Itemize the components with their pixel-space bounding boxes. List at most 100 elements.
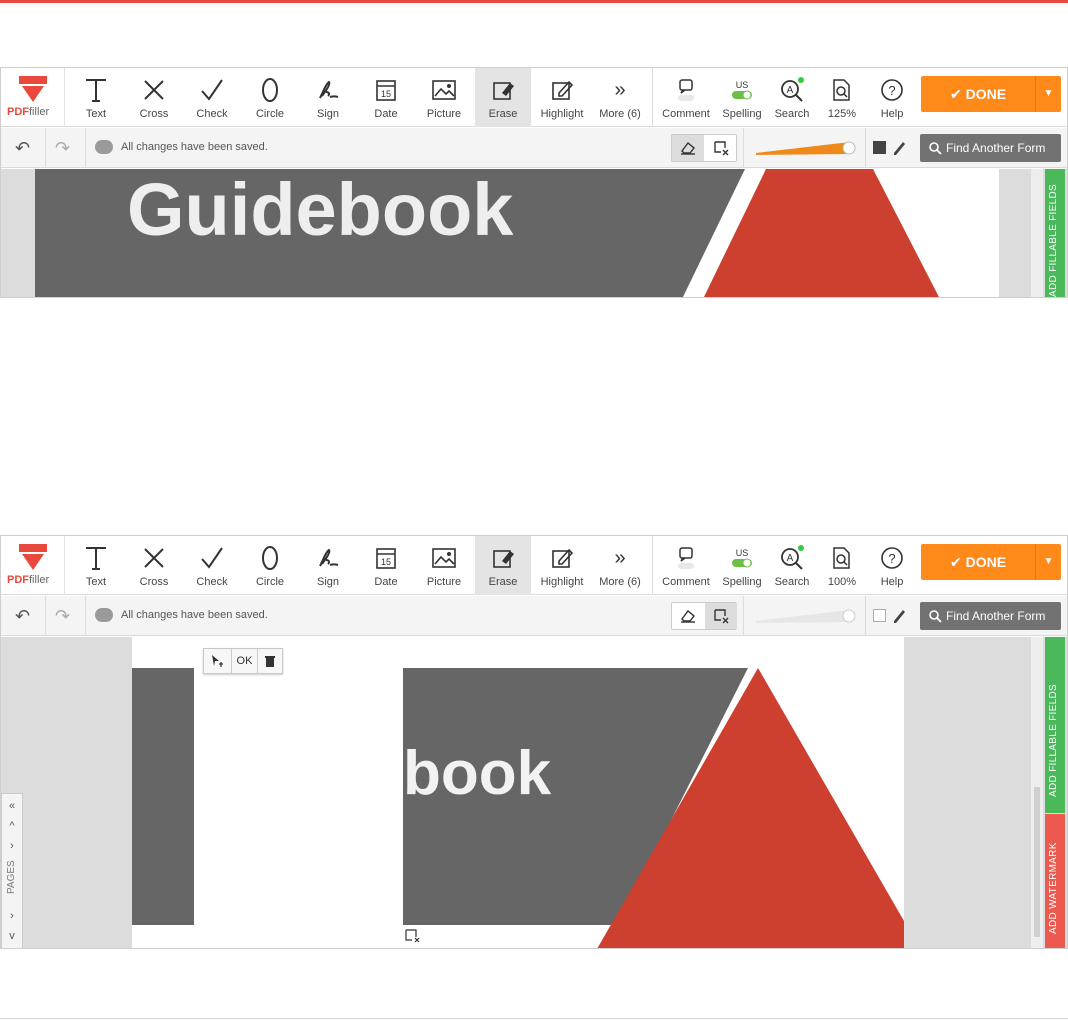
circle-tool[interactable]: Circle [241,68,299,127]
find-another-form-button[interactable]: Find Another Form [920,602,1061,630]
more-icon: » [614,546,626,569]
check-icon: ✔ [949,86,966,102]
area-erase-icon [714,141,729,156]
done-button[interactable]: ✔ DONE ▼ [921,544,1061,580]
document-canvas[interactable]: Guidebook ADD FILLABLE FIELDS [1,169,1067,297]
highlight-tool[interactable]: Highlight [533,68,591,127]
move-icon[interactable] [204,649,232,673]
svg-text:?: ? [888,83,895,98]
help-button[interactable]: ? Help [863,68,921,127]
undo-icon[interactable]: ↶ [15,138,35,158]
logo-text: PDFfiller [7,106,50,118]
eraser-mode-button[interactable] [672,135,704,161]
erase-tool[interactable]: Erase [475,536,531,595]
svg-text:?: ? [888,551,895,566]
eraser-size-slider[interactable] [756,606,856,626]
cross-icon [144,80,164,100]
document-canvas[interactable]: book « ^ › PAGES › v ADD FILLABLE FIELDS… [1,637,1067,948]
svg-text:15: 15 [381,89,391,99]
logo-text: PDFfiller [7,574,50,586]
secondary-toolbar: ↶ ↷ All changes have been saved. Find An… [1,596,1067,636]
circle-icon [262,78,278,102]
sign-tool[interactable]: Sign [299,536,357,595]
document-page: book [132,637,1043,948]
find-another-form-button[interactable]: Find Another Form [920,134,1061,162]
help-icon: ? [881,547,903,569]
pages-panel: « ^ › PAGES › v [1,793,23,948]
next-page-icon[interactable]: v [2,926,22,946]
cross-icon [144,548,164,568]
highlight-icon [552,80,574,100]
add-fillable-fields-tab[interactable]: ADD FILLABLE FIELDS [1045,169,1065,297]
done-dropdown-arrow[interactable]: ▼ [1035,544,1061,580]
color-picker-icon[interactable] [891,606,907,624]
eraser-icon [681,609,695,623]
spelling-switch-icon [732,90,752,100]
check-tool[interactable]: Check [183,68,241,127]
text-tool[interactable]: Text [67,68,125,127]
document-heading: book [403,739,552,808]
comment-tool[interactable]: Comment [657,536,715,595]
done-button[interactable]: ✔ DONE ▼ [921,76,1061,112]
eraser-icon [681,141,695,155]
pdffiller-logo[interactable]: PDFfiller [1,68,65,127]
circle-icon [262,546,278,570]
comment-tool[interactable]: Comment [657,68,715,127]
secondary-toolbar: ↶ ↷ All changes have been saved. Find An… [1,128,1067,168]
more-tools[interactable]: » More (6) [591,536,649,595]
redo-icon[interactable]: ↷ [55,606,75,626]
save-status: All changes have been saved. [121,141,268,153]
area-erase-mode-button[interactable] [705,603,737,629]
svg-text:A: A [787,553,794,564]
check-tool[interactable]: Check [183,536,241,595]
area-erase-mode-button[interactable] [705,135,737,161]
svg-text:A: A [787,85,794,96]
eraser-size-slider[interactable] [756,138,856,158]
ok-button[interactable]: OK [232,649,258,673]
eraser-mode-button[interactable] [672,603,704,629]
document-heading: Guidebook [127,169,514,251]
collapse-pages-icon[interactable]: › [2,906,22,926]
main-toolbar: PDFfiller Text Cross Check Circle Sign 1… [1,68,1067,127]
redo-icon[interactable]: ↷ [55,138,75,158]
toolbar-divider [652,536,653,595]
text-tool[interactable]: Text [67,536,125,595]
add-watermark-tab[interactable]: ADD WATERMARK [1045,814,1065,948]
sign-icon [319,80,339,99]
check-icon [201,547,223,569]
undo-icon[interactable]: ↶ [15,606,35,626]
erase-tool[interactable]: Erase [475,68,531,127]
highlight-icon [552,548,574,568]
zoom-icon [833,547,850,569]
check-icon: ✔ [949,554,966,570]
cross-tool[interactable]: Cross [125,536,183,595]
expand-pages-icon[interactable]: › [2,836,22,856]
chat-bubble-icon [95,608,113,622]
pdffiller-logo[interactable]: PDFfiller [1,536,65,595]
highlight-tool[interactable]: Highlight [533,536,591,595]
color-swatch[interactable] [873,609,886,622]
sign-tool[interactable]: Sign [299,68,357,127]
date-tool[interactable]: 15 Date [357,536,415,595]
search-icon [929,610,942,623]
first-page-icon[interactable]: « [2,796,22,816]
erase-icon [493,82,514,100]
picture-tool[interactable]: Picture [415,68,473,127]
bottom-divider [0,1018,1068,1019]
cross-tool[interactable]: Cross [125,68,183,127]
circle-tool[interactable]: Circle [241,536,299,595]
add-fillable-fields-tab[interactable]: ADD FILLABLE FIELDS [1045,637,1065,813]
more-tools[interactable]: » More (6) [591,68,649,127]
selection-toolbar: OK [203,648,283,674]
help-button[interactable]: ? Help [863,536,921,595]
trash-icon[interactable] [258,649,282,673]
done-dropdown-arrow[interactable]: ▼ [1035,76,1061,112]
color-picker-icon[interactable] [891,138,907,156]
color-swatch[interactable] [873,141,886,154]
previous-page-icon[interactable]: ^ [2,816,22,836]
picture-icon [432,80,456,100]
text-icon [86,79,106,102]
date-tool[interactable]: 15 Date [357,68,415,127]
svg-text:15: 15 [381,557,391,567]
picture-tool[interactable]: Picture [415,536,473,595]
